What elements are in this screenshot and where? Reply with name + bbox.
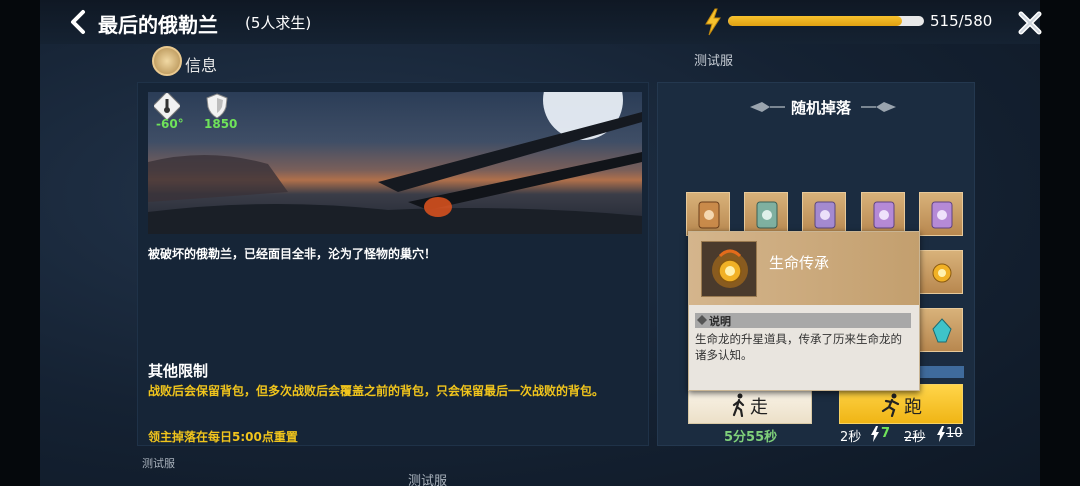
drop-slot-scroll[interactable] [802,192,846,236]
limits-text: 战败后会保留背包，但多次战败后会覆盖之前的背包，只会保留最后一次战败的背包。 [148,384,605,398]
tooltip-section-label: 说明 [709,315,731,328]
item-name: 生命传承 [769,254,830,272]
scroll-info-icon [152,46,182,76]
drops-title: 随机掉落 [791,99,852,117]
left-letterbox [0,0,40,486]
page-subtitle: (5人求生) [245,14,312,32]
page-title: 最后的俄勒兰 [98,13,218,37]
item-thumbnail [701,241,757,297]
limits-heading: 其他限制 [148,362,209,380]
shield-icon [206,93,228,119]
ornament-left-icon [750,102,785,112]
energy-bar [728,16,924,26]
map-description: 被破坏的俄勒兰，已经面目全非，沦为了怪物的巢穴！ [148,247,437,261]
tooltip-header: 生命传承 [689,232,919,305]
server-label: 测试服 [408,474,448,486]
drop-slot-crystal[interactable] [919,308,963,352]
walk-duration: 5分55秒 [724,430,778,445]
thermometer-icon [154,93,180,119]
drop-slot-scroll[interactable] [744,192,788,236]
right-letterbox [1040,0,1080,486]
lightning-icon [937,426,945,442]
running-person-icon [881,393,900,417]
drop-slot-orb[interactable] [919,250,963,294]
walk-label: 走 [750,397,768,418]
server-label: 测试服 [694,54,734,69]
run-energy-cost: 7 [881,426,891,441]
lightning-icon [705,8,721,36]
drop-slot-scroll[interactable] [861,192,905,236]
original-run-duration: 2秒 [904,430,926,445]
drop-slot-scroll[interactable] [919,192,963,236]
lightning-icon [871,426,879,442]
run-label: 跑 [904,397,922,418]
back-arrow-icon[interactable] [66,9,92,35]
walking-person-icon [732,393,745,417]
temperature-value: -60° [156,117,184,131]
drop-slot-scroll[interactable] [686,192,730,236]
ornament-right-icon [861,102,896,112]
server-label: 测试服 [142,457,175,470]
slot-divider [920,366,964,378]
boss-reset-note: 领主掉落在每日5:00点重置 [148,430,298,444]
energy-bar-fill [728,16,903,26]
run-duration: 2秒 [840,430,862,445]
item-description: 生命龙的升星道具，传承了历来生命龙的诸多认知。 [695,332,902,362]
defense-value: 1850 [204,117,238,131]
close-swords-icon[interactable] [1016,9,1044,37]
tooltip-section-bar: 说明 [695,313,911,328]
original-run-cost: 10 [946,426,963,441]
item-tooltip: 生命传承 说明 生命龙的升星道具，传承了历来生命龙的诸多认知。 [688,231,920,391]
life-heritage-icon [712,249,748,288]
diamond-icon [697,315,707,325]
energy-count: 515/580 [930,12,993,30]
info-label: 信息 [185,56,218,75]
